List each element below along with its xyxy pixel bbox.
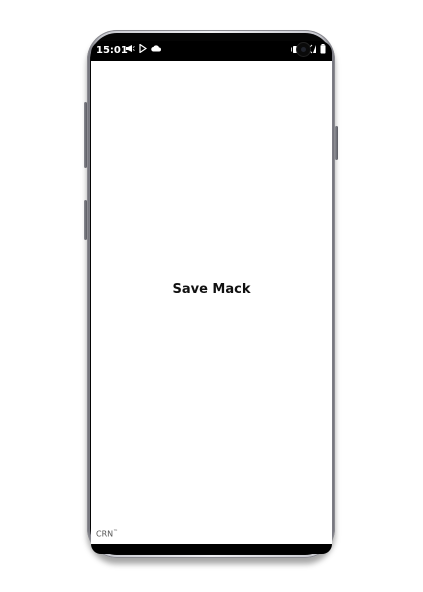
screen-bottom-bezel <box>91 544 332 554</box>
front-camera-icon <box>297 43 310 56</box>
status-time: 15:01 <box>96 45 128 56</box>
brand-label: CRN™ <box>96 529 118 539</box>
brand-name: CRN <box>96 530 114 539</box>
bixby-button <box>84 200 87 240</box>
status-bar: 15:01 <box>91 41 332 61</box>
cloud-icon <box>151 45 161 52</box>
status-icons-left <box>125 44 161 53</box>
play-store-icon <box>139 44 147 53</box>
app-screen: Save Mack CRN™ <box>91 61 332 544</box>
splash-title: Save Mack <box>172 282 251 297</box>
megaphone-icon <box>125 44 135 53</box>
power-button <box>335 126 338 160</box>
volume-button <box>84 102 87 168</box>
brand-trademark: ™ <box>113 529 119 536</box>
battery-icon <box>320 44 326 54</box>
